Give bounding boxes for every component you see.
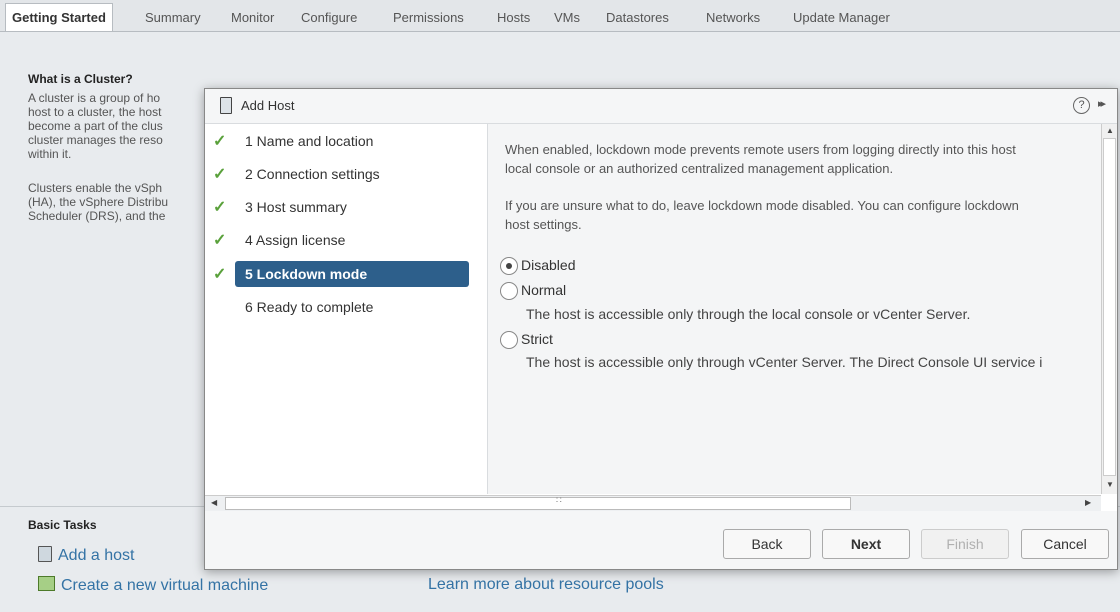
option-normal-label: Normal xyxy=(521,282,567,298)
radio-strict[interactable] xyxy=(500,331,518,349)
step-label: 6 Ready to complete xyxy=(245,299,374,315)
expand-icon[interactable]: ▸▸ xyxy=(1098,97,1106,110)
radio-normal[interactable] xyxy=(500,282,518,300)
step-label: 4 Assign license xyxy=(245,232,346,248)
add-host-link[interactable]: Add a host xyxy=(38,546,135,565)
check-icon: ✓ xyxy=(213,133,227,150)
step-label: 2 Connection settings xyxy=(245,166,380,182)
step-label: 3 Host summary xyxy=(245,199,347,215)
tab-summary[interactable]: Summary xyxy=(145,4,201,30)
cluster-description-line-3: become a part of the clus xyxy=(28,119,163,133)
basic-tasks-heading: Basic Tasks xyxy=(28,518,97,532)
step-name-and-location[interactable]: ✓ 1 Name and location xyxy=(213,128,473,154)
new-vm-icon xyxy=(38,576,55,591)
cluster-description-line-1: A cluster is a group of ho xyxy=(28,91,161,105)
add-host-link-label: Add a host xyxy=(58,547,135,564)
cluster-description-line-4: cluster manages the reso xyxy=(28,133,163,147)
clusters-enable-line-2: (HA), the vSphere Distribu xyxy=(28,195,169,209)
tab-networks[interactable]: Networks xyxy=(706,4,760,30)
hint-line-2: host settings. xyxy=(505,217,582,232)
tab-update-manager[interactable]: Update Manager xyxy=(793,4,890,30)
dialog-header: Add Host ? ▸▸ xyxy=(205,89,1117,124)
vertical-scrollbar[interactable]: ▲ ▼ xyxy=(1101,124,1117,494)
create-vm-link-label: Create a new virtual machine xyxy=(61,577,269,594)
learn-more-link[interactable]: Learn more about resource pools xyxy=(428,576,664,594)
horizontal-scroll-thumb[interactable]: ∷ xyxy=(225,495,851,510)
cluster-description-line-5: within it. xyxy=(28,147,72,161)
next-button[interactable]: Next xyxy=(822,529,910,559)
host-icon xyxy=(38,546,52,562)
lockdown-mode-panel: When enabled, lockdown mode prevents rem… xyxy=(487,124,1102,494)
step-lockdown-mode[interactable]: ✓ 5 Lockdown mode xyxy=(213,261,473,287)
scroll-left-icon[interactable]: ◀ xyxy=(211,498,217,507)
clusters-enable-line-3: Scheduler (DRS), and the xyxy=(28,209,166,223)
vertical-scroll-thumb[interactable] xyxy=(1103,138,1116,476)
cluster-description-line-2: host to a cluster, the host xyxy=(28,105,162,119)
tab-configure[interactable]: Configure xyxy=(301,4,357,30)
option-disabled-label: Disabled xyxy=(521,257,576,273)
tab-bar: Getting Started Summary Monitor Configur… xyxy=(0,0,1120,32)
tab-datastores[interactable]: Datastores xyxy=(606,4,669,30)
step-ready-to-complete[interactable]: 6 Ready to complete xyxy=(235,294,473,320)
wizard-steps: ✓ 1 Name and location ✓ 2 Connection set… xyxy=(205,124,487,494)
back-button[interactable]: Back xyxy=(723,529,811,559)
finish-button: Finish xyxy=(921,529,1009,559)
scroll-down-icon[interactable]: ▼ xyxy=(1106,480,1114,489)
check-icon: ✓ xyxy=(213,166,227,183)
step-connection-settings[interactable]: ✓ 2 Connection settings xyxy=(213,161,473,187)
dialog-footer: Back Next Finish Cancel xyxy=(205,511,1117,569)
step-label: 5 Lockdown mode xyxy=(245,266,368,282)
tab-getting-started[interactable]: Getting Started xyxy=(5,3,113,31)
cancel-button[interactable]: Cancel xyxy=(1021,529,1109,559)
page-heading: What is a Cluster? xyxy=(28,72,133,86)
intro-line-2: local console or an authorized centraliz… xyxy=(505,161,894,176)
scroll-up-icon[interactable]: ▲ xyxy=(1106,126,1114,135)
dialog-title: Add Host xyxy=(241,98,295,113)
intro-line-1: When enabled, lockdown mode prevents rem… xyxy=(505,142,1016,157)
tab-vms[interactable]: VMs xyxy=(554,4,580,30)
step-label: 1 Name and location xyxy=(245,133,374,149)
option-strict-description: The host is accessible only through vCen… xyxy=(526,354,1043,370)
horizontal-scrollbar[interactable]: ◀ ∷ ▶ xyxy=(205,495,1101,512)
add-host-dialog: Add Host ? ▸▸ ✓ 1 Name and location ✓ 2 … xyxy=(204,88,1118,570)
check-icon: ✓ xyxy=(213,199,227,216)
clusters-enable-line-1: Clusters enable the vSph xyxy=(28,181,163,195)
tab-permissions[interactable]: Permissions xyxy=(393,4,464,30)
tab-hosts[interactable]: Hosts xyxy=(497,4,530,30)
check-icon: ✓ xyxy=(213,232,227,249)
help-icon[interactable]: ? xyxy=(1073,97,1090,114)
radio-disabled[interactable] xyxy=(500,257,518,275)
option-strict-label: Strict xyxy=(521,331,553,347)
tab-monitor[interactable]: Monitor xyxy=(231,4,274,30)
scroll-right-icon[interactable]: ▶ xyxy=(1085,498,1091,507)
check-icon: ✓ xyxy=(213,266,227,283)
host-icon xyxy=(220,97,232,114)
hint-line-1: If you are unsure what to do, leave lock… xyxy=(505,198,1019,213)
step-assign-license[interactable]: ✓ 4 Assign license xyxy=(213,227,473,253)
step-host-summary[interactable]: ✓ 3 Host summary xyxy=(213,194,473,220)
create-vm-link[interactable]: Create a new virtual machine xyxy=(38,576,268,595)
option-normal-description: The host is accessible only through the … xyxy=(526,306,971,322)
grip-icon: ∷ xyxy=(556,495,562,505)
